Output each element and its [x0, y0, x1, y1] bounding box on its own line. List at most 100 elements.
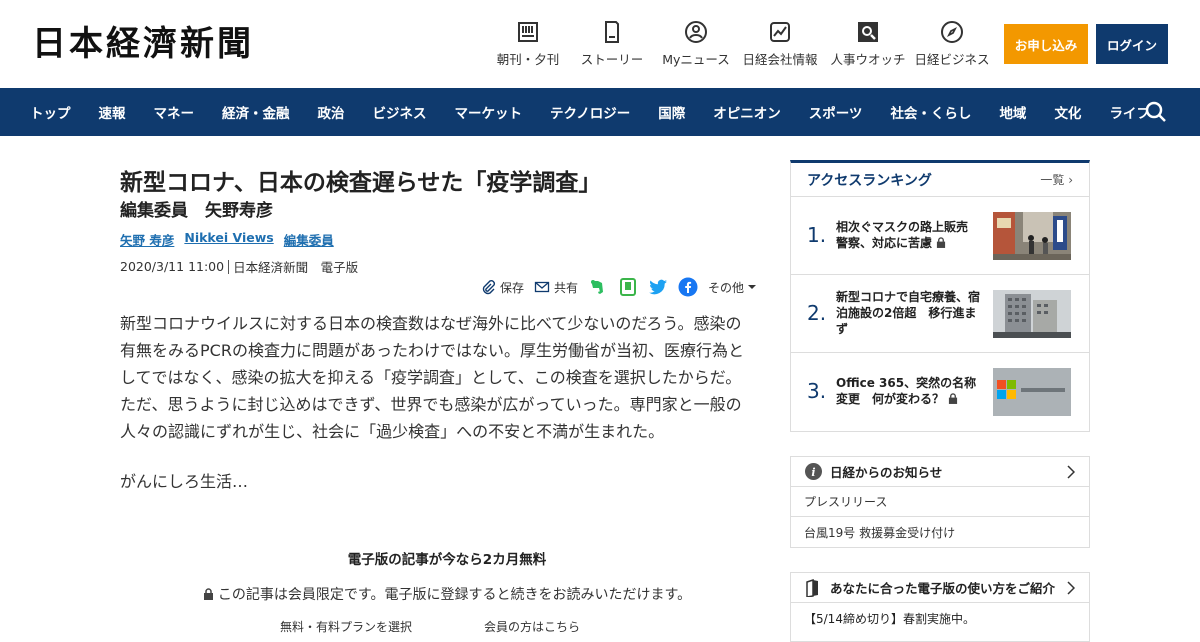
rank-number: 1.: [807, 223, 827, 247]
nav-culture[interactable]: 文化: [1040, 102, 1095, 122]
article-body: 新型コロナウイルスに対する日本の検査数はなぜ海外に比べて少ないのだろう。感染の有…: [120, 314, 744, 441]
nikkei-notice: i 日経からのお知らせ プレスリリース 台風19号 救援募金受け付け: [790, 456, 1090, 548]
nav-market[interactable]: マーケット: [441, 102, 537, 122]
bookmark-icon: [806, 578, 818, 597]
newspaper-icon: [518, 22, 538, 42]
nav-region[interactable]: 地域: [985, 102, 1040, 122]
share-toolbar: 保存 共有 その他: [120, 277, 756, 297]
chart-icon: [770, 22, 790, 42]
members-only-text: この記事は会員限定です。電子版に登録すると続きをお読みいただけます。: [217, 587, 692, 603]
guide-item-spring-sale[interactable]: 【5/14締め切り】春割実施中。: [791, 603, 1089, 633]
guide-header[interactable]: あなたに合った電子版の使い方をご紹介: [791, 573, 1089, 603]
nav-money[interactable]: マネー: [140, 102, 209, 122]
user-icon: [685, 21, 707, 43]
chevron-right-icon: [1067, 581, 1075, 595]
nav-top[interactable]: トップ: [16, 102, 85, 122]
chevron-right-icon: [1067, 465, 1075, 479]
notice-title: 日経からのお知らせ: [830, 465, 943, 480]
ranking-see-all-link[interactable]: 一覧 ›: [1040, 171, 1073, 188]
header-nav-label: 日経会社情報: [742, 52, 818, 67]
facebook-icon[interactable]: [678, 277, 698, 297]
share-button[interactable]: 共有: [534, 279, 578, 296]
header-nav-story[interactable]: ストーリー: [564, 20, 660, 68]
rank-number: 3.: [807, 379, 827, 403]
category-navbar: トップ 速報 マネー 経済・金融 政治 ビジネス マーケット テクノロジー 国際…: [0, 88, 1200, 136]
ranking-title: アクセスランキング: [807, 172, 932, 189]
trial-promo: 電子版の記事が今なら2カ月無料: [347, 552, 547, 568]
lock-icon: [937, 237, 946, 248]
ranking-item[interactable]: 3. Office 365、突然の名称変更 何が変わる？: [791, 353, 1089, 431]
role-link[interactable]: 編集委員: [284, 230, 334, 249]
article-date: 2020/3/11 11:00: [120, 259, 225, 274]
notebook-icon[interactable]: [618, 277, 638, 297]
members-only-notice: この記事は会員限定です。電子版に登録すると続きをお読みいただけます。: [120, 584, 774, 604]
nikkei-logo[interactable]: 日本経濟新聞: [32, 24, 254, 64]
notice-item-donation[interactable]: 台風19号 救援募金受け付け: [791, 517, 1089, 547]
lock-icon: [949, 393, 958, 404]
nav-opinion[interactable]: オピニオン: [699, 102, 795, 122]
article-title: 新型コロナ、日本の検査遅らせた「疫学調査」: [120, 170, 602, 196]
header-nav-label: ストーリー: [580, 52, 644, 67]
search-icon[interactable]: [1144, 100, 1168, 124]
nav-economy[interactable]: 経済・金融: [208, 102, 304, 122]
header-nav: 朝刊・夕刊 ストーリー Myニュース 日経会社情報 人事ウオッチ 日経ビジネス: [492, 20, 996, 68]
nav-international[interactable]: 国際: [644, 102, 699, 122]
apply-button[interactable]: お申し込み: [1004, 24, 1088, 64]
nav-business[interactable]: ビジネス: [359, 102, 441, 122]
member-login-link[interactable]: 会員の方はこちら: [484, 618, 580, 635]
building-photo-thumbnail: [993, 290, 1071, 338]
rank-headline: 相次ぐマスクの路上販売 警察、対応に苦慮: [836, 220, 981, 250]
select-plan-link[interactable]: 無料・有料プランを選択: [280, 618, 412, 635]
header-nav-label: 朝刊・夕刊: [496, 52, 560, 67]
header-nav-company-info[interactable]: 日経会社情報: [732, 20, 828, 68]
ranking-item[interactable]: 1. 相次ぐマスクの路上販売 警察、対応に苦慮: [791, 197, 1089, 275]
nav-breaking[interactable]: 速報: [85, 102, 140, 122]
save-button[interactable]: 保存: [480, 279, 524, 296]
nav-technology[interactable]: テクノロジー: [536, 102, 644, 122]
header-nav-personnel[interactable]: 人事ウオッチ: [828, 20, 908, 68]
microsoft-office-photo-thumbnail: [993, 368, 1071, 416]
access-ranking: アクセスランキング 一覧 › 1. 相次ぐマスクの路上販売 警察、対応に苦慮 2…: [790, 160, 1090, 432]
rank-headline: Office 365、突然の名称変更 何が変わる？: [836, 376, 977, 406]
series-link[interactable]: Nikkei Views: [184, 230, 273, 249]
login-button[interactable]: ログイン: [1096, 24, 1168, 64]
header-nav-morning-evening[interactable]: 朝刊・夕刊: [492, 20, 564, 68]
info-icon: i: [805, 463, 822, 480]
meta-divider: [228, 259, 230, 274]
search-person-icon: [858, 22, 878, 42]
nav-politics[interactable]: 政治: [304, 102, 359, 122]
category-list: トップ 速報 マネー 経済・金融 政治 ビジネス マーケット テクノロジー 国際…: [16, 88, 1164, 136]
header-nav-nikkei-business[interactable]: 日経ビジネス: [908, 20, 996, 68]
street-photo-thumbnail: [993, 212, 1071, 260]
plan-links: 無料・有料プランを選択 会員の方はこちら: [280, 618, 580, 635]
mail-icon: [534, 281, 550, 293]
header-nav-label: 日経ビジネス: [914, 52, 990, 67]
header-nav-mynews[interactable]: Myニュース: [660, 20, 732, 68]
nav-sports[interactable]: スポーツ: [795, 102, 877, 122]
paperclip-icon: [482, 280, 495, 295]
site-header: 日本経濟新聞 朝刊・夕刊 ストーリー Myニュース 日経会社情報 人事ウオッチ …: [0, 0, 1200, 88]
notice-item-press-release[interactable]: プレスリリース: [791, 487, 1089, 517]
notice-header[interactable]: i 日経からのお知らせ: [791, 457, 1089, 487]
article: 新型コロナ、日本の検査遅らせた「疫学調査」 編集委員 矢野寿彦 矢野 寿彦 Ni…: [120, 160, 760, 634]
nav-society[interactable]: 社会・くらし: [876, 102, 985, 122]
article-truncated: がんにしろ生活…: [120, 472, 249, 491]
article-source: 日本経済新聞 電子版: [233, 260, 359, 275]
rank-number: 2.: [807, 301, 827, 325]
ranking-item[interactable]: 2. 新型コロナで自宅療養、宿泊施設の2倍超 移行進まず: [791, 275, 1089, 353]
share-label: 共有: [553, 280, 578, 295]
digital-guide: あなたに合った電子版の使い方をご紹介 【5/14締め切り】春割実施中。: [790, 572, 1090, 642]
compass-icon: [941, 21, 963, 43]
book-icon: [605, 21, 619, 43]
header-nav-label: Myニュース: [662, 52, 730, 67]
author-link[interactable]: 矢野 寿彦: [120, 230, 174, 249]
twitter-icon[interactable]: [648, 277, 668, 297]
article-subtitle: 編集委員 矢野寿彦: [120, 201, 273, 221]
evernote-icon[interactable]: [588, 277, 608, 297]
rank-headline: 新型コロナで自宅療養、宿泊施設の2倍超 移行進まず: [836, 290, 981, 336]
guide-title: あなたに合った電子版の使い方をご紹介: [830, 581, 1056, 596]
ranking-header: アクセスランキング 一覧 ›: [791, 163, 1089, 197]
more-share-dropdown[interactable]: その他: [708, 279, 756, 296]
caret-down-icon: [748, 285, 756, 289]
header-nav-label: 人事ウオッチ: [830, 52, 906, 67]
